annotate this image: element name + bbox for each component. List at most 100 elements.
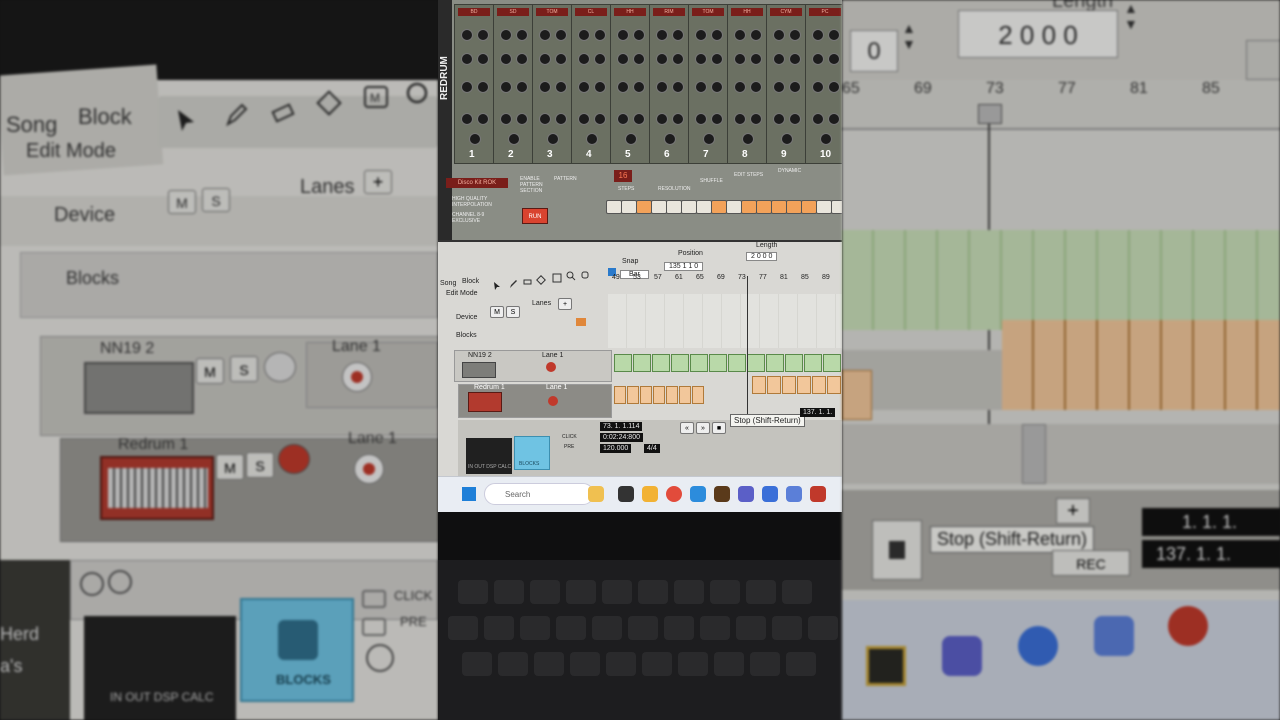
redrum-clip[interactable]	[653, 386, 665, 404]
drum-knob[interactable]	[500, 113, 512, 125]
song-position-marker[interactable]	[747, 276, 748, 416]
drum-knob[interactable]	[469, 133, 481, 145]
step-button[interactable]	[801, 200, 817, 214]
drum-knob[interactable]	[773, 113, 785, 125]
block-mode-tab[interactable]: Block	[462, 278, 479, 285]
song-mode-tab[interactable]: Song	[440, 280, 456, 287]
drum-knob[interactable]	[773, 53, 785, 65]
drum-knob[interactable]	[586, 133, 598, 145]
redrum-clip[interactable]	[767, 376, 781, 394]
drum-knob[interactable]	[500, 81, 512, 93]
drum-sample-display[interactable]: CL	[575, 8, 607, 16]
position-spinner[interactable]: ▲ ▼	[902, 20, 920, 60]
fast-forward-button[interactable]: »	[696, 422, 710, 434]
drum-knob[interactable]	[711, 53, 723, 65]
nn19-clip[interactable]	[709, 354, 727, 372]
step-button[interactable]	[606, 200, 622, 214]
drum-knob[interactable]	[750, 53, 762, 65]
drum-knob[interactable]	[617, 113, 629, 125]
drum-knob[interactable]	[633, 53, 645, 65]
position-field[interactable]: 135 1 1 0	[664, 262, 704, 271]
drum-knob[interactable]	[672, 81, 684, 93]
drum-knob[interactable]	[477, 113, 489, 125]
nn19-clip[interactable]	[671, 354, 689, 372]
step-button[interactable]	[666, 200, 682, 214]
redrum-clip[interactable]	[797, 376, 811, 394]
drum-knob[interactable]	[656, 81, 668, 93]
time-display[interactable]: 0:02:24:800	[600, 433, 643, 442]
step-button[interactable]	[636, 200, 652, 214]
device-mute-button[interactable]: M	[168, 190, 196, 214]
drum-knob[interactable]	[812, 29, 824, 41]
drum-knob[interactable]	[695, 81, 707, 93]
drum-sample-display[interactable]: BD	[458, 8, 490, 16]
quantize-rec-button[interactable]: REC	[1052, 550, 1130, 576]
reason-icon[interactable]	[810, 486, 826, 502]
drum-knob[interactable]	[578, 81, 590, 93]
nn19-solo-button[interactable]: S	[230, 356, 258, 382]
redrum-clip[interactable]	[692, 386, 704, 404]
file-explorer-icon[interactable]	[642, 486, 658, 502]
step-button[interactable]	[831, 200, 842, 214]
drum-knob[interactable]	[539, 29, 551, 41]
drum-sample-display[interactable]: HH	[614, 8, 646, 16]
drum-knob[interactable]	[812, 113, 824, 125]
drum-knob[interactable]	[734, 113, 746, 125]
loop-end-display[interactable]: 137. 1. 1.	[800, 408, 836, 417]
drum-knob[interactable]	[664, 133, 676, 145]
length-field[interactable]: 2 0 0 0	[746, 252, 778, 261]
redrum-record-button[interactable]	[354, 454, 384, 484]
widgets-icon[interactable]	[588, 486, 604, 502]
drum-knob[interactable]	[461, 113, 473, 125]
nn19-clip[interactable]	[728, 354, 746, 372]
drum-knob[interactable]	[672, 113, 684, 125]
drum-knob[interactable]	[711, 81, 723, 93]
drum-knob[interactable]	[555, 53, 567, 65]
loop-end-display[interactable]: 137. 1. 1.	[1142, 540, 1280, 568]
nn19-clip[interactable]	[652, 354, 670, 372]
drum-knob[interactable]	[750, 113, 762, 125]
drum-knob[interactable]	[578, 113, 590, 125]
nn19-clip[interactable]	[690, 354, 708, 372]
drum-knob[interactable]	[656, 113, 668, 125]
drum-knob[interactable]	[672, 53, 684, 65]
app-icon-3[interactable]	[1018, 626, 1058, 666]
step-button[interactable]	[771, 200, 787, 214]
drum-knob[interactable]	[828, 113, 840, 125]
pre-checkbox[interactable]	[362, 618, 386, 636]
step-button[interactable]	[711, 200, 727, 214]
razor-tool-icon[interactable]	[314, 88, 344, 118]
device-automation-icon[interactable]	[576, 318, 586, 326]
nn19-clip[interactable]	[614, 354, 632, 372]
device-solo-button[interactable]: S	[202, 188, 230, 212]
drum-knob[interactable]	[656, 53, 668, 65]
tempo-display[interactable]: 120.000	[600, 444, 632, 453]
drum-knob[interactable]	[578, 53, 590, 65]
ruler-zoom[interactable]: 65 69 73 77 81 85	[842, 80, 1280, 130]
drum-knob[interactable]	[477, 53, 489, 65]
drum-knob[interactable]	[594, 53, 606, 65]
length-spinner[interactable]: ▲ ▼	[1124, 0, 1142, 40]
drum-knob[interactable]	[828, 81, 840, 93]
redrum-record-icon[interactable]	[548, 396, 558, 406]
drum-knob[interactable]	[633, 113, 645, 125]
drum-knob[interactable]	[750, 29, 762, 41]
app-icon-1[interactable]	[866, 646, 906, 686]
redrum-solo-button[interactable]: S	[246, 452, 274, 478]
drum-knob[interactable]	[812, 53, 824, 65]
position-field-partial[interactable]: 0	[850, 30, 898, 72]
redrum-clip[interactable]	[812, 376, 826, 394]
drum-knob[interactable]	[547, 133, 559, 145]
drum-knob[interactable]	[500, 29, 512, 41]
drum-knob[interactable]	[812, 81, 824, 93]
chrome-icon[interactable]	[666, 486, 682, 502]
redrum-audio-icon[interactable]	[278, 444, 310, 474]
arrangement-grid[interactable]	[608, 294, 842, 348]
drum-knob[interactable]	[594, 113, 606, 125]
drum-knob[interactable]	[594, 29, 606, 41]
mute-tool-icon[interactable]: M	[362, 84, 390, 112]
redrum-clip[interactable]	[640, 386, 652, 404]
timeline-ruler[interactable]: 49 53 57 61 65 69 73 77 81 85 89	[608, 274, 842, 296]
drum-knob[interactable]	[695, 53, 707, 65]
click-level-knob[interactable]	[366, 644, 394, 672]
